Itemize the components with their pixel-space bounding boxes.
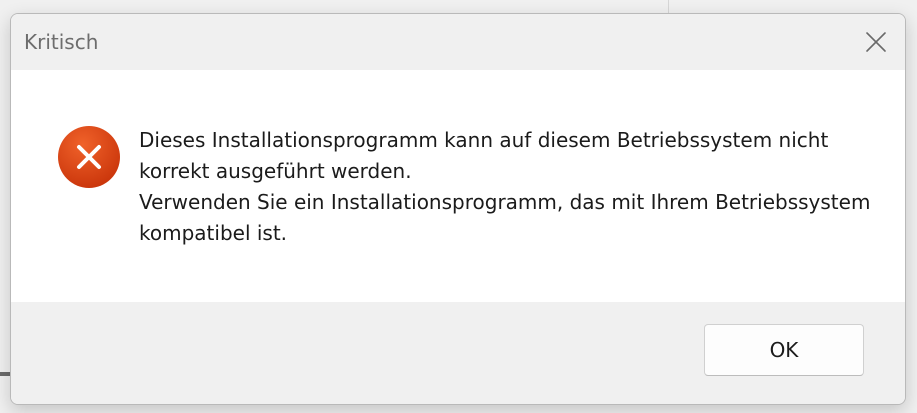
message-line: Dieses Installationsprogramm kann auf di… [139, 128, 829, 183]
error-icon [58, 126, 120, 188]
error-message: Dieses Installationsprogramm kann auf di… [139, 125, 879, 249]
critical-dialog: Kritisch Dieses Installationsprogramm ka… [10, 13, 906, 405]
dialog-footer: OK [11, 302, 905, 404]
background-divider [668, 0, 669, 14]
dialog-body: Dieses Installationsprogramm kann auf di… [11, 70, 905, 302]
dialog-title: Kritisch [24, 30, 99, 54]
close-icon [866, 32, 886, 52]
ok-button[interactable]: OK [704, 324, 864, 376]
close-button[interactable] [847, 14, 905, 70]
message-line: Verwenden Sie ein Installationsprogramm,… [139, 190, 871, 245]
dialog-titlebar: Kritisch [11, 14, 905, 70]
